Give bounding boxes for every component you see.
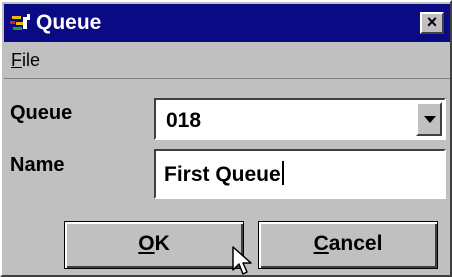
menu-file-mnemonic: F	[11, 50, 22, 70]
text-caret	[281, 161, 284, 185]
queue-dialog: Queue × File Queue 018 Name First Queue …	[0, 0, 452, 277]
ok-label: K	[154, 232, 170, 255]
queue-dropdown-button[interactable]	[416, 102, 442, 136]
cancel-label: ancel	[328, 232, 383, 255]
dropdown-arrow-icon	[424, 116, 436, 123]
name-field-value: First Queue	[164, 161, 284, 187]
cancel-mnemonic: C	[313, 232, 329, 255]
menu-item-file[interactable]: File	[11, 50, 40, 71]
menu-bar: File	[4, 44, 450, 79]
close-button[interactable]: ×	[420, 12, 444, 34]
cancel-button[interactable]: Cancel	[258, 221, 438, 269]
name-label: Name	[10, 154, 65, 176]
title-bar[interactable]: Queue ×	[4, 4, 450, 42]
queue-combobox[interactable]: 018	[154, 98, 446, 140]
ok-button[interactable]: OK	[64, 221, 244, 269]
window-title: Queue	[36, 11, 102, 34]
mouse-pointer-icon	[232, 246, 252, 275]
close-icon: ×	[426, 12, 438, 32]
name-field-text: First Queue	[164, 163, 281, 186]
queue-label: Queue	[10, 102, 73, 124]
queue-combobox-value: 018	[166, 109, 202, 132]
ok-mnemonic: O	[138, 232, 155, 255]
menu-file-label: ile	[22, 50, 41, 70]
name-field[interactable]: First Queue	[154, 149, 446, 199]
queue-app-icon	[10, 12, 34, 34]
